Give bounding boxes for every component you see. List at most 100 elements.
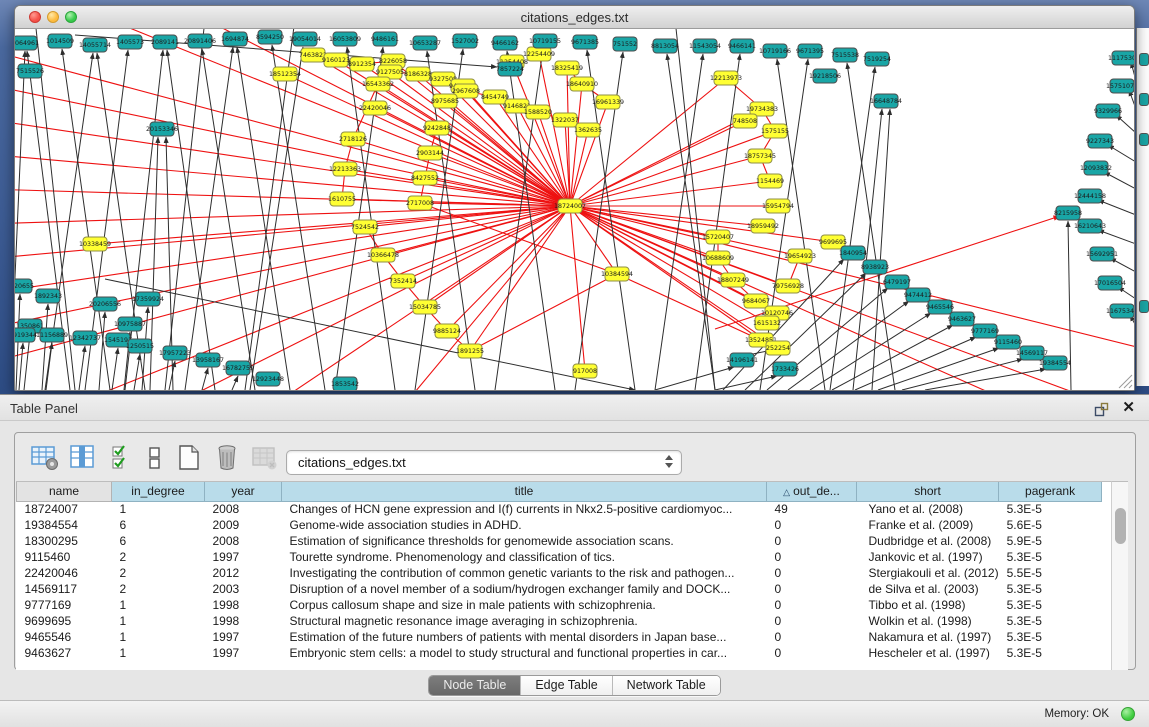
table-row[interactable]: 946362711997Embryonic stem cells: a mode… <box>17 645 1102 661</box>
graph-node[interactable]: 9684067 <box>742 294 770 308</box>
graph-node[interactable]: 2717008 <box>406 196 434 210</box>
table-select-dropdown[interactable]: citations_edges.txt <box>286 450 682 475</box>
graph-node[interactable]: 9227343 <box>1086 134 1114 148</box>
select-columns-icon[interactable] <box>109 444 137 471</box>
graph-node[interactable]: 9115460 <box>994 335 1022 349</box>
graph-node[interactable]: 9671395 <box>796 44 824 58</box>
graph-node[interactable]: 10975887 <box>114 317 146 331</box>
graph-node[interactable]: 1014509 <box>46 34 74 48</box>
graph-node[interactable]: 16543362 <box>362 77 394 91</box>
graph-node[interactable]: 9466141 <box>728 39 756 53</box>
graph-node[interactable]: 18325419 <box>551 61 583 75</box>
graph-node[interactable]: 7352414 <box>389 274 417 288</box>
table-row[interactable]: 1938455462009Genome-wide association stu… <box>17 517 1102 533</box>
graph-node[interactable]: 9474412 <box>904 288 932 302</box>
graph-node[interactable]: 7515526 <box>16 64 44 78</box>
tab-edge-table[interactable]: Edge Table <box>521 676 612 695</box>
graph-node[interactable]: 8186328 <box>404 67 432 81</box>
graph-node[interactable]: 8813054 <box>651 39 679 53</box>
graph-node[interactable]: 1840954 <box>839 246 867 260</box>
graph-node[interactable]: 17016504 <box>1094 276 1126 290</box>
graph-node[interactable]: 1250515 <box>126 339 154 353</box>
graph-node[interactable]: 19218506 <box>809 69 841 83</box>
graph-node[interactable]: 8215958 <box>1054 206 1082 220</box>
graph-node[interactable]: 16782759 <box>222 361 254 375</box>
stacked-boxes-icon[interactable] <box>141 444 169 471</box>
graph-node[interactable]: 20153346 <box>146 122 178 136</box>
delete-column-icon[interactable] <box>213 444 241 471</box>
table-row[interactable]: 969969511998Structural magnetic resonanc… <box>17 613 1102 629</box>
graph-node[interactable]: 16053809 <box>329 32 361 46</box>
graph-node[interactable]: 18724007 <box>554 199 586 213</box>
column-header-pagerank[interactable]: pagerank <box>999 482 1102 501</box>
table-header-row[interactable]: namein_degreeyeartitle△out_de...shortpag… <box>17 482 1102 501</box>
graph-node[interactable]: 10688609 <box>702 251 734 265</box>
network-canvas[interactable]: 1872400774638229160123891235482260589127… <box>15 29 1134 390</box>
graph-node[interactable]: 1588520 <box>524 105 552 119</box>
memory-status-icon[interactable] <box>1121 707 1135 721</box>
table-row[interactable]: 1830029562008Estimation of significance … <box>17 533 1102 549</box>
column-header-out_degree[interactable]: △out_de... <box>767 482 857 501</box>
graph-node[interactable]: 6479197 <box>883 275 911 289</box>
graph-node[interactable]: 16648784 <box>870 94 902 108</box>
graph-node[interactable]: 79756928 <box>772 279 804 293</box>
table-row[interactable]: 911546021997Tourette syndrome. Phenomeno… <box>17 549 1102 565</box>
graph-node[interactable]: 1575155 <box>761 124 789 138</box>
graph-node[interactable]: 1322037 <box>551 113 579 127</box>
graph-node[interactable]: 19654923 <box>784 249 816 263</box>
graph-node[interactable]: 15692951 <box>1086 247 1118 261</box>
graph-node[interactable]: 1733426 <box>771 362 799 376</box>
graph-node[interactable]: 7519254 <box>863 52 891 66</box>
graph-node[interactable]: 18640910 <box>566 77 598 91</box>
tab-node-table[interactable]: Node Table <box>429 676 521 695</box>
graph-node[interactable]: 10366478 <box>367 248 399 262</box>
graph-node[interactable]: 2718126 <box>339 132 367 146</box>
graph-node[interactable]: 20891406 <box>184 34 216 48</box>
graph-node[interactable]: 917008 <box>573 364 597 378</box>
graph-node[interactable]: 9329966 <box>1094 104 1122 118</box>
graph-node[interactable]: 19054014 <box>289 32 321 46</box>
window-titlebar[interactable]: citations_edges.txt <box>15 6 1134 29</box>
graph-node[interactable]: 1610755 <box>328 192 356 206</box>
graph-node[interactable]: 1362635 <box>574 123 602 137</box>
column-header-short[interactable]: short <box>857 482 999 501</box>
graph-node[interactable]: 17957223 <box>159 346 191 360</box>
graph-node[interactable]: 9486161 <box>371 32 399 46</box>
graph-node[interactable]: 1892343 <box>34 289 62 303</box>
graph-node[interactable]: 18959492 <box>747 219 779 233</box>
graph-node[interactable]: 8938923 <box>861 260 889 274</box>
column-header-year[interactable]: year <box>205 482 282 501</box>
graph-node[interactable]: 7515538 <box>831 48 859 62</box>
graph-node[interactable]: 10719155 <box>529 34 561 48</box>
graph-node[interactable]: 10653287 <box>409 36 441 50</box>
graph-node[interactable]: 9463627 <box>948 312 976 326</box>
graph-node[interactable]: 11156889 <box>36 328 68 342</box>
graph-node[interactable]: 2520655 <box>15 279 34 293</box>
graph-node[interactable]: 1891255 <box>456 344 484 358</box>
graph-node[interactable]: 15720407 <box>702 230 734 244</box>
graph-node[interactable]: 18757345 <box>744 149 776 163</box>
graph-node[interactable]: 10338459 <box>79 237 111 251</box>
graph-node[interactable]: 12923448 <box>252 372 284 386</box>
graph-node[interactable]: 14055714 <box>79 38 111 52</box>
graph-node[interactable]: 19384554 <box>1039 356 1071 370</box>
column-header-title[interactable]: title <box>282 482 767 501</box>
graph-node[interactable]: 2064961 <box>15 36 39 50</box>
table-vertical-scrollbar[interactable] <box>1111 481 1128 670</box>
graph-node[interactable]: 8975685 <box>431 94 459 108</box>
table-row[interactable]: 2242004622012Investigating the contribut… <box>17 565 1102 581</box>
graph-node[interactable]: 15751074 <box>1106 79 1134 93</box>
graph-node[interactable]: 13958167 <box>192 353 224 367</box>
graph-node[interactable]: 18807249 <box>717 273 749 287</box>
graph-node[interactable]: 9242848 <box>423 121 451 135</box>
graph-node[interactable]: 11675345 <box>1106 304 1134 318</box>
graph-node[interactable]: 10384594 <box>601 267 633 281</box>
column-header-in_degree[interactable]: in_degree <box>112 482 205 501</box>
graph-node[interactable]: 15034785 <box>409 300 441 314</box>
show-columns-icon[interactable] <box>69 444 97 471</box>
new-column-icon[interactable] <box>175 444 203 471</box>
table-row[interactable]: 977716911998Corpus callosum shape and si… <box>17 597 1102 613</box>
graph-node[interactable]: 748508 <box>733 114 757 128</box>
graph-node[interactable]: 16961339 <box>592 95 624 109</box>
table-row[interactable]: 1872400712008Changes of HCN gene express… <box>17 501 1102 517</box>
